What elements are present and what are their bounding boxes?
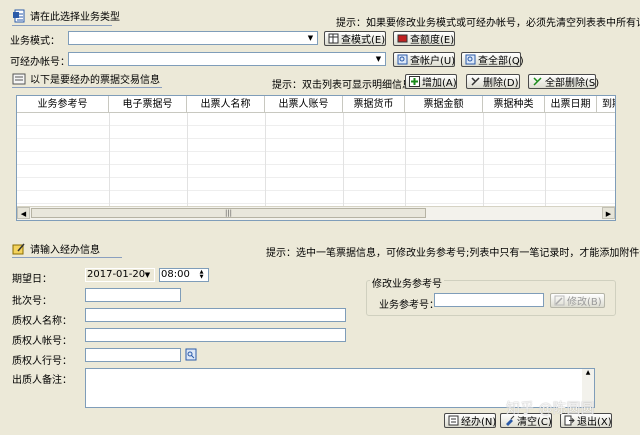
delete-all-label: 全部删除(S) (545, 78, 600, 89)
section-business-type-header: 请在此选择业务类型 (12, 8, 120, 23)
section-divider (12, 87, 162, 88)
search-icon (465, 54, 476, 65)
chevron-down-icon: ▼ (375, 55, 382, 63)
expected-date-picker[interactable]: 2017-01-20 ▼ (85, 268, 155, 282)
check-quota-label: 查额度(E) (410, 35, 455, 46)
grid-line (265, 113, 266, 207)
column-header[interactable]: 票据种类 (483, 96, 545, 113)
column-header[interactable]: 出票人账号 (265, 96, 343, 113)
delete-icon (470, 76, 481, 87)
delete-button[interactable]: 删除(D) (466, 74, 520, 89)
expected-time-value: 08:00 (161, 269, 190, 280)
check-account-button[interactable]: 查帐户(U) (393, 52, 455, 67)
check-quota-button[interactable]: 查额度(E) (393, 31, 455, 46)
list-icon (12, 72, 26, 86)
column-header[interactable]: 业务参考号 (17, 96, 109, 113)
account-select[interactable]: ▼ (68, 52, 386, 66)
section-business-type-title: 请在此选择业务类型 (30, 12, 120, 23)
chevron-down-icon: ▼ (307, 34, 314, 42)
chevron-down-icon: ▼ (144, 271, 151, 279)
handle-label: 经办(N) (461, 417, 497, 428)
grid-line (545, 113, 546, 207)
section-handling-title: 请输入经办信息 (30, 245, 100, 256)
edit-icon (554, 295, 565, 306)
horizontal-scrollbar[interactable]: ◀ ||| ▶ (17, 206, 615, 220)
section-divider (12, 257, 122, 258)
expected-date-label: 期望日： (12, 274, 52, 285)
pledgee-name-label: 质权人名称： (12, 316, 72, 327)
scroll-left-icon[interactable]: ◀ (17, 207, 30, 219)
expected-date-value: 2017-01-20 (87, 269, 146, 280)
document-icon (12, 9, 26, 23)
bills-table[interactable]: 业务参考号 电子票据号 出票人名称 出票人账号 票据货币 票据金额 票据种类 出… (16, 95, 616, 221)
pledgee-account-label: 质权人帐号： (12, 336, 72, 347)
pledgee-bank-label: 质权人行号： (12, 356, 72, 367)
scrollbar-thumb[interactable]: ||| (31, 208, 426, 218)
column-header[interactable]: 票据金额 (405, 96, 483, 113)
add-button[interactable]: 增加(A) (405, 74, 457, 89)
search-icon (397, 54, 408, 65)
scroll-right-icon[interactable]: ▶ (602, 207, 615, 219)
spinner-icon[interactable]: ▲ ▼ (196, 270, 207, 280)
handling-hint: 提示：选中一笔票据信息，可修改业务参考号;列表中只有一笔记录时，才能添加附件信息 (266, 248, 640, 259)
grid-line (187, 113, 188, 207)
section-handling-header: 请输入经办信息 (12, 241, 100, 256)
edit-icon (12, 242, 26, 256)
watermark: 知乎 @陈圆圆 (506, 401, 595, 417)
modify-ref-group-title: 修改业务参考号 (370, 275, 444, 290)
business-mode-hint: 提示：如果要修改业务模式或可经办帐号，必须先清空列表表中所有记录 (336, 18, 640, 29)
column-header[interactable]: 票据货币 (343, 96, 405, 113)
business-mode-label: 业务模式： (10, 36, 60, 47)
check-mode-button[interactable]: 查模式(E) (324, 31, 386, 46)
modify-label: 修改(B) (567, 297, 602, 308)
delete-all-button[interactable]: 全部删除(S) (528, 74, 600, 89)
expected-time-spinner[interactable]: 08:00 ▲ ▼ (159, 268, 209, 282)
plus-icon (409, 76, 420, 87)
check-account-label: 查帐户(U) (410, 56, 456, 67)
column-header[interactable]: 出票人名称 (187, 96, 265, 113)
quota-icon (397, 33, 408, 44)
delete-all-icon (532, 76, 543, 87)
section-bills-title: 以下是要经办的票据交易信息 (30, 75, 160, 86)
handle-icon (448, 415, 459, 426)
bank-lookup-icon[interactable] (185, 348, 197, 361)
column-header[interactable]: 出票日期 (545, 96, 597, 113)
grid-line (405, 113, 406, 207)
modify-button[interactable]: 修改(B) (550, 293, 605, 308)
pledgee-bank-input[interactable] (85, 348, 181, 362)
grid-line (343, 113, 344, 207)
grid-line (483, 113, 484, 207)
check-all-button[interactable]: 查全部(Q) (461, 52, 524, 67)
account-label: 可经办帐号： (10, 57, 70, 68)
bills-table-body[interactable] (17, 113, 615, 207)
ref-no-label: 业务参考号： (379, 300, 439, 311)
check-mode-label: 查模式(E) (341, 35, 386, 46)
bills-table-header: 业务参考号 电子票据号 出票人名称 出票人账号 票据货币 票据金额 票据种类 出… (17, 96, 615, 113)
remark-label: 出质人备注： (12, 375, 72, 386)
section-bills-header: 以下是要经办的票据交易信息 (12, 71, 160, 86)
section-divider (12, 25, 112, 26)
scroll-up-icon[interactable]: ▲ (582, 369, 594, 377)
pledgee-name-input[interactable] (85, 308, 346, 322)
delete-label: 删除(D) (483, 78, 519, 89)
batch-label: 批次号： (12, 296, 52, 307)
ref-no-input[interactable] (434, 293, 544, 307)
business-mode-select[interactable]: ▼ (68, 31, 318, 45)
pledgee-account-input[interactable] (85, 328, 346, 342)
grid-line (109, 113, 110, 207)
table-icon (328, 33, 339, 44)
batch-input[interactable] (85, 288, 181, 302)
handle-button[interactable]: 经办(N) (444, 413, 496, 428)
column-header[interactable]: 电子票据号 (109, 96, 187, 113)
check-all-label: 查全部(Q) (478, 56, 524, 67)
column-header[interactable]: 到期 (597, 96, 615, 113)
bills-hint: 提示：双击列表可显示明细信息 (272, 80, 412, 91)
add-label: 增加(A) (422, 78, 457, 89)
